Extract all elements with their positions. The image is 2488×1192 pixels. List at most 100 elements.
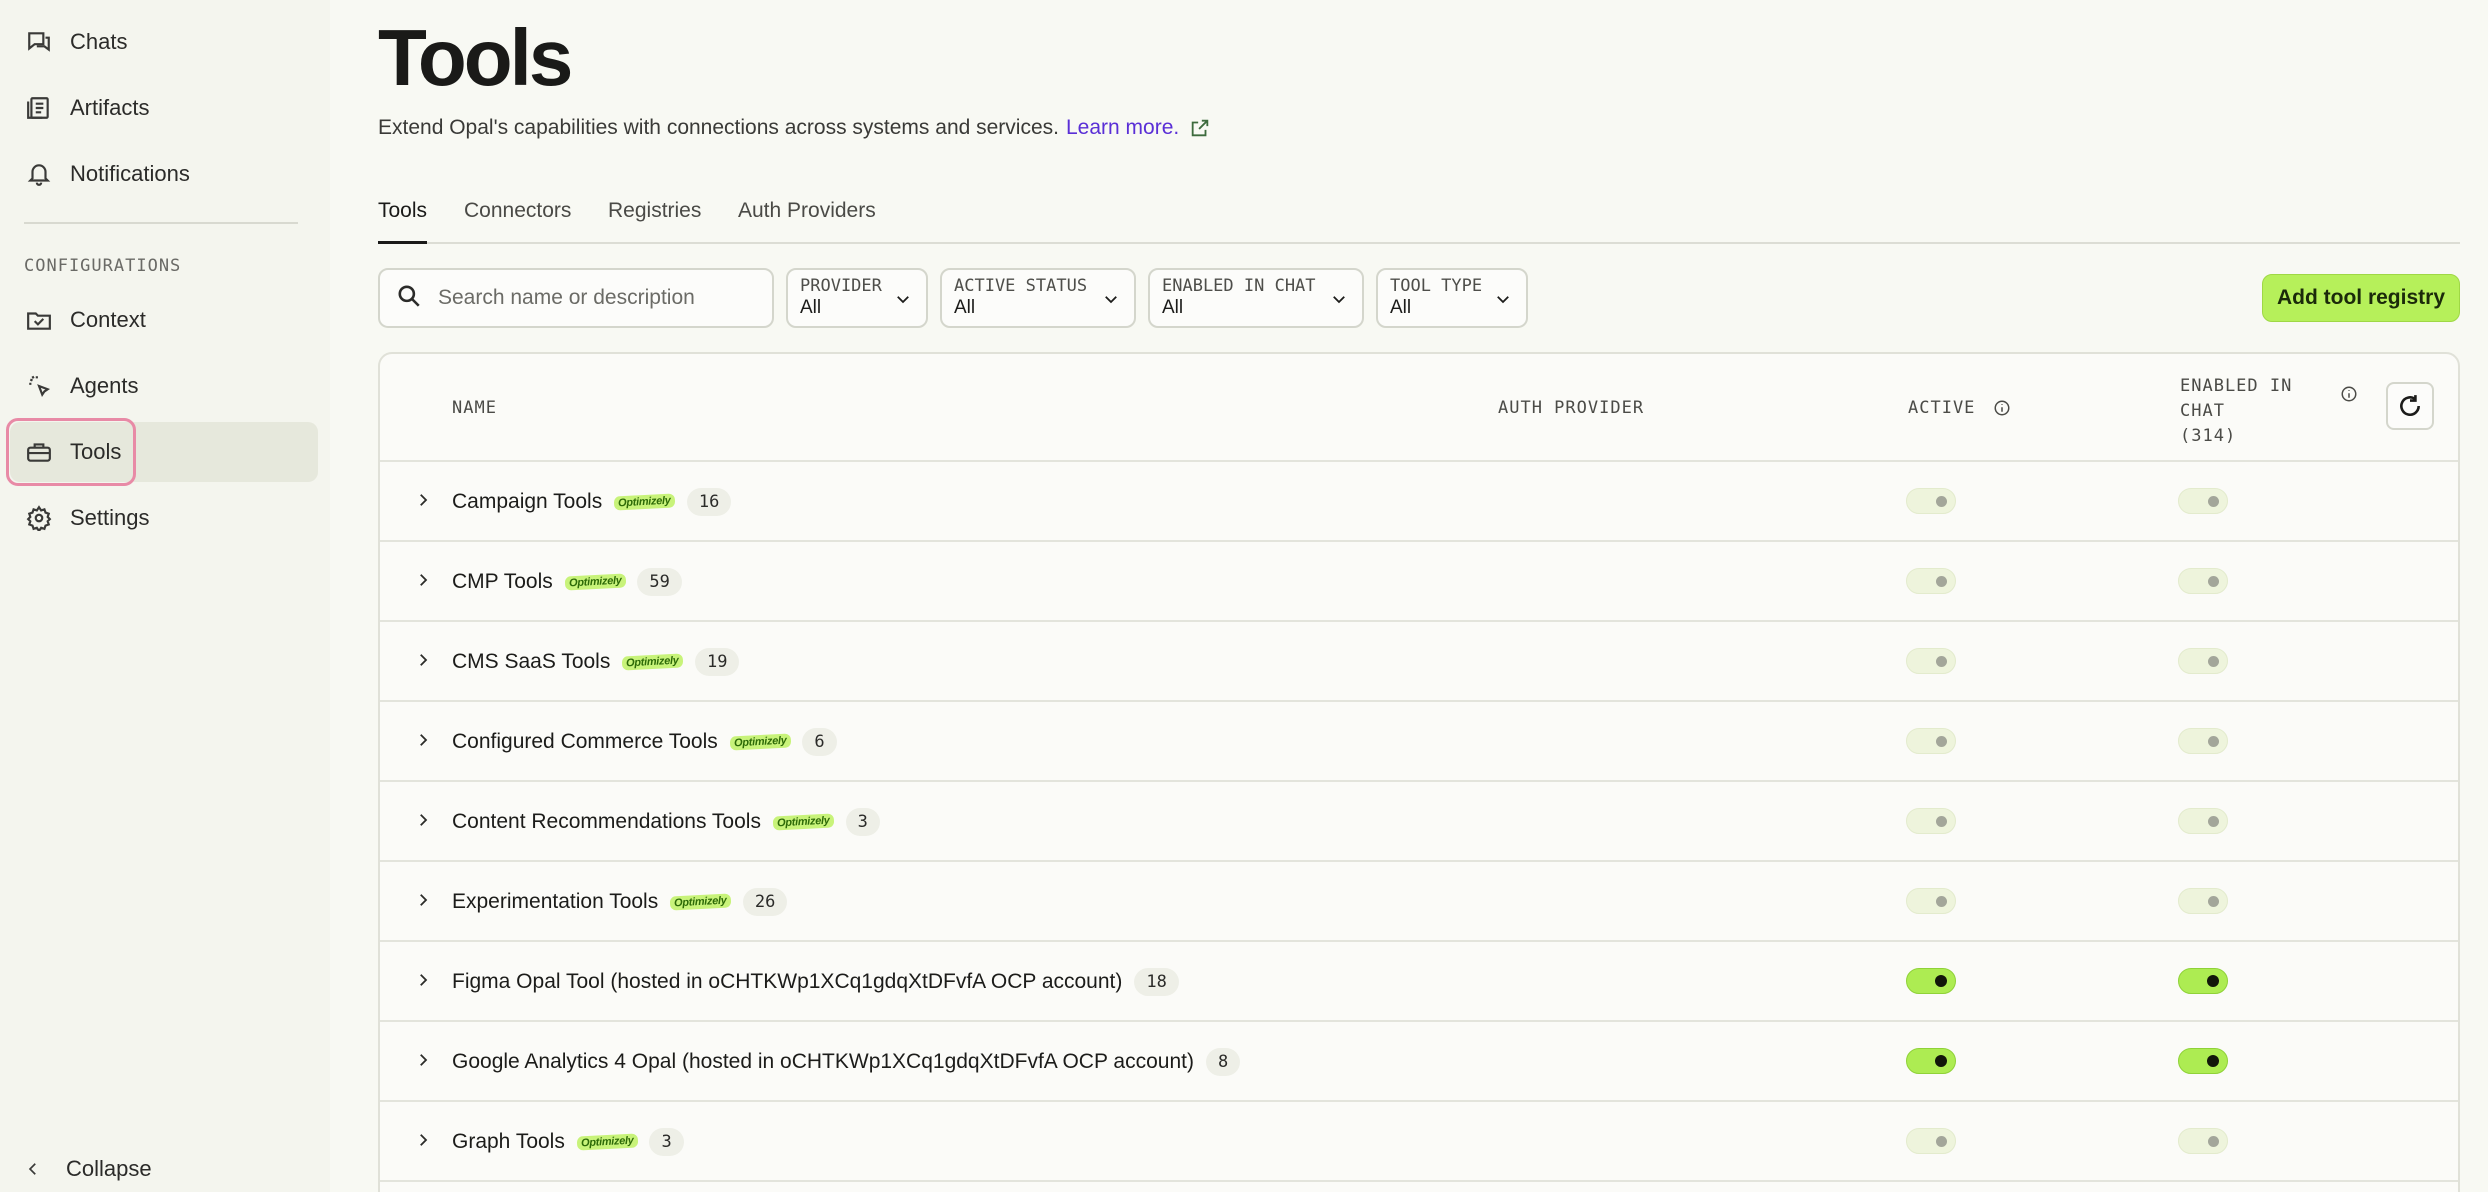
sidebar-item-agents[interactable]: Agents	[10, 356, 318, 416]
info-icon[interactable]	[2340, 384, 2358, 404]
active-toggle[interactable]	[1906, 1128, 1956, 1154]
sidebar-item-artifacts[interactable]: Artifacts	[10, 78, 318, 138]
sidebar-item-label: Settings	[70, 505, 150, 530]
folder-check-icon	[24, 305, 54, 335]
sidebar-item-context[interactable]: Context	[10, 290, 318, 350]
sidebar-item-chats[interactable]: Chats	[10, 12, 318, 72]
tab-bar: Tools Connectors Registries Auth Provide…	[378, 196, 2460, 244]
active-toggle[interactable]	[1906, 488, 1956, 514]
optimizely-logo: Optimizely	[729, 733, 791, 751]
toggle-knob	[2208, 656, 2219, 667]
active-toggle[interactable]	[1906, 968, 1956, 994]
add-tool-registry-button[interactable]: Add tool registry	[2262, 274, 2460, 322]
toggle-knob	[1936, 816, 1947, 827]
chevron-down-icon	[1102, 290, 1120, 308]
enabled-in-chat-toggle[interactable]	[2178, 1048, 2228, 1074]
chevron-right-icon[interactable]	[414, 971, 434, 991]
toggle-knob	[2208, 816, 2219, 827]
active-toggle[interactable]	[1906, 1048, 1956, 1074]
provider-filter[interactable]: PROVIDER All	[786, 268, 928, 328]
tool-name[interactable]: Configured Commerce Tools	[452, 730, 718, 754]
tool-name[interactable]: Experimentation Tools	[452, 890, 658, 914]
chat-icon	[24, 27, 54, 57]
external-link-icon[interactable]	[1189, 117, 1211, 139]
table-row[interactable]: Figma Opal Tool (hosted in oCHTKWp1XCq1g…	[380, 942, 2458, 1022]
column-header-label: CHAT	[2180, 401, 2225, 421]
column-header-auth-provider[interactable]: AUTH PROVIDER	[1498, 398, 1644, 418]
sidebar-item-settings[interactable]: Settings	[10, 488, 318, 548]
column-header-name[interactable]: NAME	[452, 398, 497, 418]
tool-count-badge: 3	[649, 1128, 684, 1156]
sidebar-item-label: Agents	[70, 373, 139, 398]
enabled-in-chat-toggle[interactable]	[2178, 648, 2228, 674]
enabled-in-chat-toggle[interactable]	[2178, 888, 2228, 914]
enabled-in-chat-toggle[interactable]	[2178, 808, 2228, 834]
chevron-down-icon	[1494, 290, 1512, 308]
sidebar-item-label: Artifacts	[70, 95, 150, 120]
active-toggle[interactable]	[1906, 728, 1956, 754]
tool-name[interactable]: Campaign Tools	[452, 490, 602, 514]
table-row[interactable]: CMP Tools Optimizely 59	[380, 542, 2458, 622]
tool-name-cell: Experimentation Tools Optimizely 26	[452, 862, 788, 942]
tool-name-cell: CMP Tools Optimizely 59	[452, 542, 682, 622]
active-status-filter[interactable]: ACTIVE STATUS All	[940, 268, 1136, 328]
tab-tools[interactable]: Tools	[378, 196, 428, 244]
table-row[interactable]: Graph Tools Optimizely 3	[380, 1102, 2458, 1182]
tool-count-badge: 19	[694, 648, 740, 676]
enabled-in-chat-toggle[interactable]	[2178, 488, 2228, 514]
chevron-right-icon[interactable]	[414, 1051, 434, 1071]
learn-more-link[interactable]: Learn more.	[1066, 116, 1179, 140]
tool-name[interactable]: Content Recommendations Tools	[452, 810, 761, 834]
toggle-knob	[2207, 1055, 2219, 1067]
chevron-right-icon[interactable]	[414, 731, 434, 751]
table-row[interactable]: Configured Commerce Tools Optimizely 6	[380, 702, 2458, 782]
table-row[interactable]: CMS SaaS Tools Optimizely 19	[380, 622, 2458, 702]
tool-name[interactable]: Figma Opal Tool (hosted in oCHTKWp1XCq1g…	[452, 970, 1122, 994]
tool-name-cell: Campaign Tools Optimizely 16	[452, 462, 732, 542]
tool-name[interactable]: CMP Tools	[452, 570, 553, 594]
tool-name[interactable]: Graph Tools	[452, 1130, 565, 1154]
enabled-in-chat-toggle[interactable]	[2178, 1128, 2228, 1154]
chevron-right-icon[interactable]	[414, 651, 434, 671]
sidebar-item-label: Context	[70, 307, 146, 332]
chevron-right-icon[interactable]	[414, 491, 434, 511]
tool-count-badge: 3	[845, 808, 880, 836]
chevron-right-icon[interactable]	[414, 811, 434, 831]
tab-registries[interactable]: Registries	[608, 196, 701, 244]
chevron-right-icon[interactable]	[414, 1131, 434, 1151]
column-header-enabled-in-chat[interactable]: ENABLED IN CHAT (314)	[2180, 374, 2330, 449]
info-icon[interactable]	[1993, 399, 2011, 417]
search-input[interactable]	[438, 286, 758, 310]
sidebar-divider	[24, 222, 298, 224]
tool-count-badge: 6	[802, 728, 837, 756]
page-title: Tools	[378, 13, 573, 102]
enabled-in-chat-toggle[interactable]	[2178, 968, 2228, 994]
column-header-active[interactable]: ACTIVE	[1908, 398, 2011, 418]
table-row[interactable]: Google Analytics 4 Opal (hosted in oCHTK…	[380, 1022, 2458, 1102]
table-row[interactable]: Content Recommendations Tools Optimizely 3	[380, 782, 2458, 862]
table-row[interactable]: Experimentation Tools Optimizely 26	[380, 862, 2458, 942]
active-toggle[interactable]	[1906, 808, 1956, 834]
active-toggle[interactable]	[1906, 568, 1956, 594]
tool-name[interactable]: CMS SaaS Tools	[452, 650, 610, 674]
enabled-in-chat-toggle[interactable]	[2178, 728, 2228, 754]
active-toggle[interactable]	[1906, 648, 1956, 674]
chevron-right-icon[interactable]	[414, 891, 434, 911]
enabled-in-chat-toggle[interactable]	[2178, 568, 2228, 594]
subtitle-text: Extend Opal's capabilities with connecti…	[378, 116, 1059, 139]
toggle-knob	[2208, 1136, 2219, 1147]
optimizely-logo: Optimizely	[576, 1133, 638, 1151]
sidebar-item-notifications[interactable]: Notifications	[10, 144, 318, 204]
refresh-button[interactable]	[2386, 382, 2434, 430]
active-toggle[interactable]	[1906, 888, 1956, 914]
tab-connectors[interactable]: Connectors	[464, 196, 571, 244]
collapse-button[interactable]: Collapse	[24, 1156, 152, 1182]
table-row[interactable]: Campaign Tools Optimizely 16	[380, 462, 2458, 542]
enabled-in-chat-filter[interactable]: ENABLED IN CHAT All	[1148, 268, 1364, 328]
optimizely-logo: Optimizely	[669, 893, 732, 911]
tool-name[interactable]: Google Analytics 4 Opal (hosted in oCHTK…	[452, 1050, 1194, 1074]
tab-auth-providers[interactable]: Auth Providers	[738, 196, 876, 244]
chevron-right-icon[interactable]	[414, 571, 434, 591]
tool-type-filter[interactable]: TOOL TYPE All	[1376, 268, 1528, 328]
sidebar-item-tools[interactable]: Tools	[10, 422, 318, 482]
